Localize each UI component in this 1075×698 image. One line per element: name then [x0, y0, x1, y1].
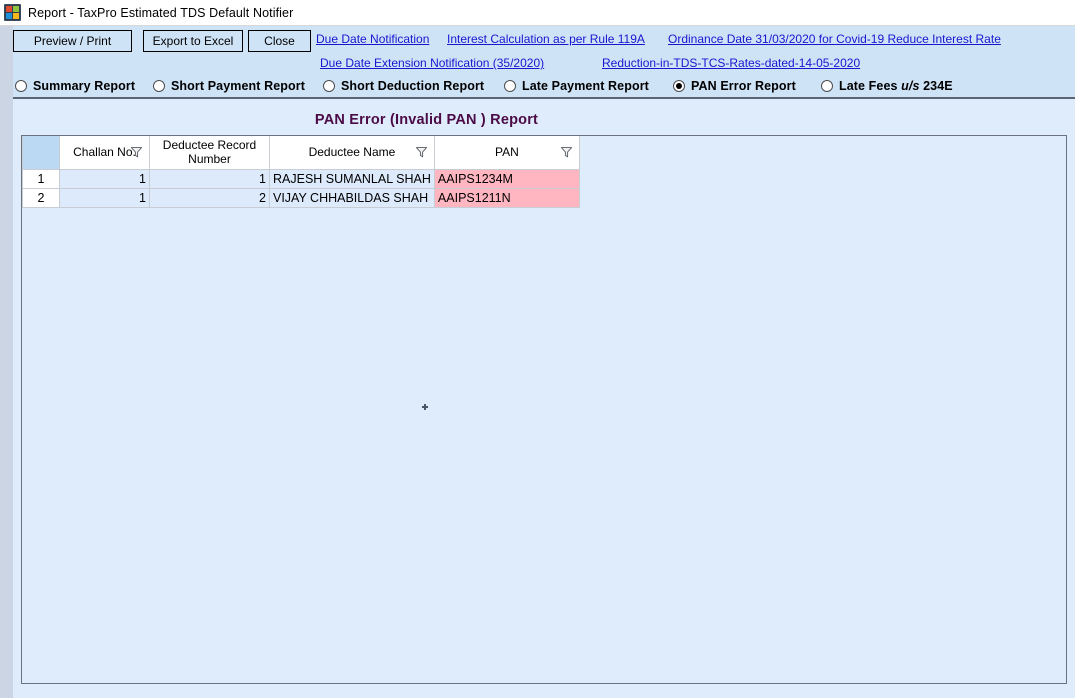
link-interest-calculation[interactable]: Interest Calculation as per Rule 119A: [447, 32, 645, 46]
radio-short-payment-report[interactable]: Short Payment Report: [153, 77, 305, 95]
radio-indicator-selected: [673, 80, 685, 92]
toolbar: Preview / Print Export to Excel Close Du…: [13, 26, 1075, 99]
column-header-pan[interactable]: PAN: [434, 136, 580, 170]
grid-body: 1 1 1 RAJESH SUMANLAL SHAH AAIPS1234M 2 1 2 VIJA…: [22, 169, 580, 208]
cell-challan_no[interactable]: 1: [59, 169, 150, 189]
cell-pan-invalid[interactable]: AAIPS1234M: [434, 169, 580, 189]
column-header-deductee_name[interactable]: Deductee Name: [269, 136, 435, 170]
cell-deductee_name[interactable]: VIJAY CHHABILDAS SHAH: [269, 188, 435, 208]
left-gutter: [0, 26, 13, 698]
radio-late-fees-234e[interactable]: Late Fees u/s 234E: [821, 77, 953, 95]
grid-header: Challan No. Deductee Record Number Deducte…: [22, 136, 580, 170]
close-button[interactable]: Close: [248, 30, 311, 52]
link-due-date-notification[interactable]: Due Date Notification: [316, 32, 429, 46]
link-ordinance-covid-interest-rate[interactable]: Ordinance Date 31/03/2020 for Covid-19 R…: [668, 32, 1001, 46]
table-row[interactable]: 2 1 2 VIJAY CHHABILDAS SHAH AAIPS1211N: [22, 188, 580, 208]
radio-label: Short Payment Report: [171, 79, 305, 93]
cell-deductee_record_number[interactable]: 1: [149, 169, 270, 189]
table-row[interactable]: 1 1 1 RAJESH SUMANLAL SHAH AAIPS1234M: [22, 169, 580, 189]
radio-label: Late Fees u/s 234E: [839, 79, 953, 93]
cell-deductee_record_number[interactable]: 2: [149, 188, 270, 208]
radio-label: Summary Report: [33, 79, 136, 93]
column-header-label: Deductee Record Number: [162, 138, 257, 167]
report-title: PAN Error (Invalid PAN ) Report: [314, 112, 539, 128]
radio-summary-report[interactable]: Summary Report: [15, 77, 135, 95]
grid-select-all-corner[interactable]: [22, 136, 60, 170]
column-header-label: PAN: [495, 145, 519, 160]
grid-panel: Challan No. Deductee Record Number Deducte…: [21, 135, 1067, 684]
column-header-label: Challan No.: [73, 145, 136, 160]
window-title-bar: Report - TaxPro Estimated TDS Default No…: [0, 0, 1075, 26]
cell-pan-invalid[interactable]: AAIPS1211N: [434, 188, 580, 208]
radio-short-deduction-report[interactable]: Short Deduction Report: [323, 77, 484, 95]
radio-indicator: [323, 80, 335, 92]
radio-pan-error-report[interactable]: PAN Error Report: [673, 77, 796, 95]
radio-indicator: [15, 80, 27, 92]
row-number-cell[interactable]: 2: [22, 188, 60, 208]
radio-label: Short Deduction Report: [341, 79, 485, 93]
preview-print-button[interactable]: Preview / Print: [13, 30, 132, 52]
column-header-challan_no[interactable]: Challan No.: [59, 136, 150, 170]
report-body: PAN Error (Invalid PAN ) Report Challan …: [13, 99, 1075, 698]
cell-challan_no[interactable]: 1: [59, 188, 150, 208]
link-reduction-tds-tcs-rates[interactable]: Reduction-in-TDS-TCS-Rates-dated-14-05-2…: [602, 56, 860, 70]
radio-indicator: [821, 80, 833, 92]
grid-header-row: Challan No. Deductee Record Number Deducte…: [22, 136, 580, 170]
radio-indicator: [153, 80, 165, 92]
radio-label: Late Payment Report: [522, 79, 649, 93]
radio-indicator: [504, 80, 516, 92]
pan-error-grid: Challan No. Deductee Record Number Deducte…: [22, 136, 580, 208]
filter-icon[interactable]: [560, 146, 573, 159]
windows-logo-icon: [4, 4, 21, 21]
filter-icon[interactable]: [415, 146, 428, 159]
window-title: Report - TaxPro Estimated TDS Default No…: [28, 5, 294, 20]
export-to-excel-button[interactable]: Export to Excel: [143, 30, 243, 52]
column-header-label: Deductee Name: [308, 145, 396, 160]
radio-late-payment-report[interactable]: Late Payment Report: [504, 77, 649, 95]
radio-label: PAN Error Report: [691, 79, 796, 93]
column-header-deductee_record_number[interactable]: Deductee Record Number: [149, 136, 270, 170]
link-due-date-extension-notification[interactable]: Due Date Extension Notification (35/2020…: [320, 56, 544, 70]
cell-deductee_name[interactable]: RAJESH SUMANLAL SHAH: [269, 169, 435, 189]
row-number-cell[interactable]: 1: [22, 169, 60, 189]
